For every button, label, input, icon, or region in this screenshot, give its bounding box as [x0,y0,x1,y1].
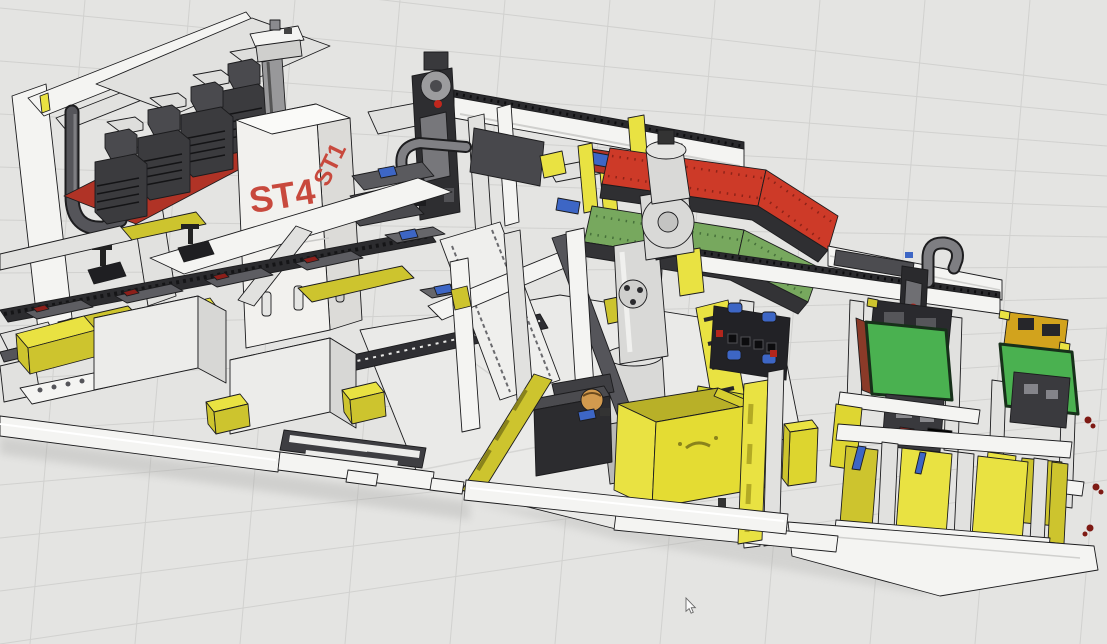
cad-3d-viewport[interactable]: ST4 ST1 [0,0,1107,644]
status-dot-red [434,100,442,108]
yellow-wedge [342,382,386,424]
yellow-wedge [206,394,250,434]
scene-canvas[interactable]: ST4 ST1 [0,0,1107,644]
small-yellow-cabinet[interactable] [782,420,818,486]
